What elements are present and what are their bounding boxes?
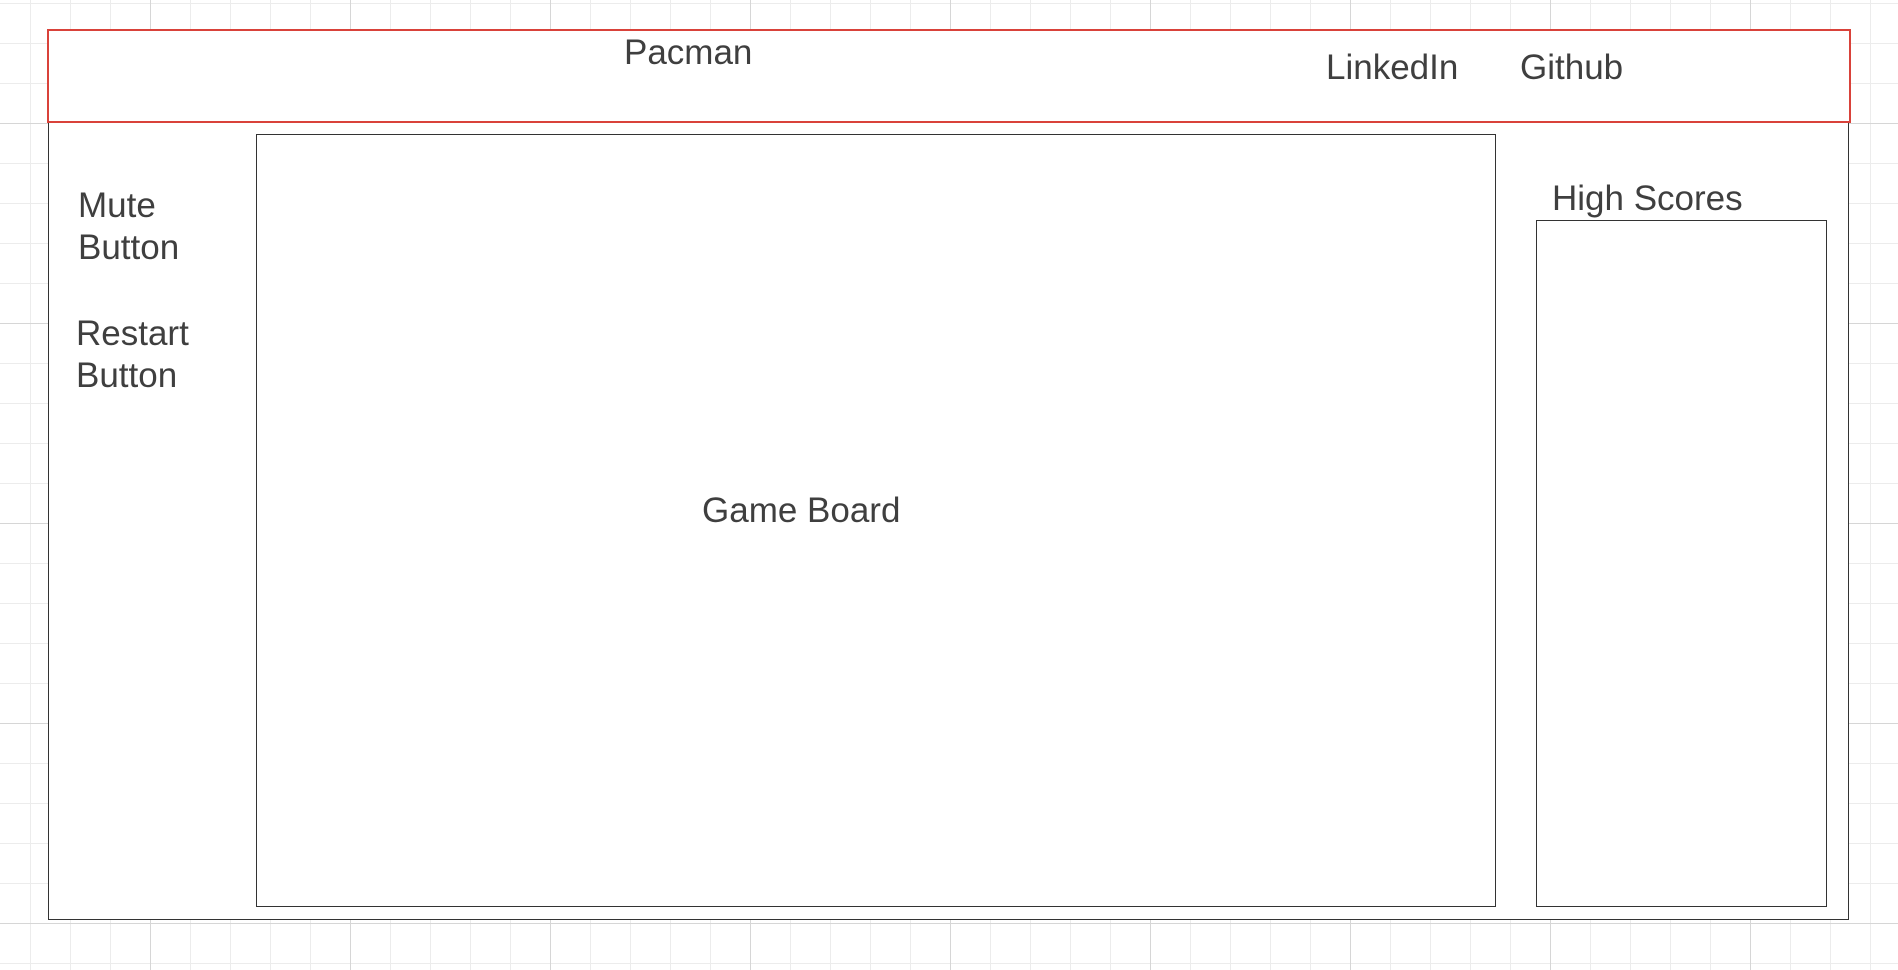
mute-button-line1[interactable]: Mute (78, 185, 156, 227)
high-scores-title: High Scores (1552, 179, 1743, 218)
mute-button-line2[interactable]: Button (78, 227, 179, 269)
restart-button-line2[interactable]: Button (76, 355, 177, 397)
game-board-label: Game Board (702, 491, 901, 530)
high-scores-panel (1536, 220, 1827, 907)
github-link[interactable]: Github (1520, 47, 1623, 89)
diagram-canvas: Pacman LinkedIn Github Mute Button Resta… (0, 0, 1898, 970)
restart-button-line1[interactable]: Restart (76, 313, 189, 355)
page-title: Pacman (624, 33, 753, 72)
linkedin-link[interactable]: LinkedIn (1326, 47, 1458, 89)
